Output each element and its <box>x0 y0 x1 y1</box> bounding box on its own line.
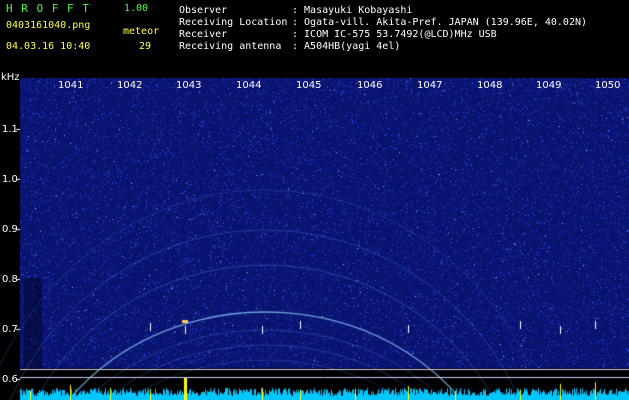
timestamp: 04.03.16 10:40 <box>6 41 91 52</box>
antenna-value: : A504HB(yagi 4el) <box>292 41 401 52</box>
x-tick-label: 1047 <box>417 80 443 91</box>
y-tick-label: 1.1 <box>2 124 18 135</box>
observer-value: : Masayuki Kobayashi <box>292 5 413 16</box>
y-tick-label: 0.7 <box>2 324 18 335</box>
y-unit-label: kHz <box>1 72 20 83</box>
y-tick-label: 0.6 <box>2 374 18 385</box>
x-tick-label: 1048 <box>477 80 503 91</box>
x-tick-label: 1045 <box>296 80 322 91</box>
file-name: 0403161040.png <box>6 20 91 31</box>
meteor-label: meteor <box>123 26 160 37</box>
x-tick-label: 1043 <box>176 80 202 91</box>
spectrogram-canvas <box>0 0 629 400</box>
receiver-value: : ICOM IC-575 53.7492(@LCD)MHz USB <box>292 29 497 40</box>
x-tick-label: 1050 <box>595 80 621 91</box>
antenna-label: Receiving antenna <box>179 41 282 52</box>
x-tick-label: 1042 <box>117 80 143 91</box>
y-tick-label: 1.0 <box>2 174 18 185</box>
location-value: : Ogata-vill. Akita-Pref. JAPAN (139.96E… <box>292 17 588 28</box>
x-tick-label: 1046 <box>357 80 383 91</box>
y-tick-label: 0.8 <box>2 274 18 285</box>
receiver-label: Receiver <box>179 29 228 40</box>
x-tick-label: 1044 <box>236 80 262 91</box>
observer-label: Observer <box>179 5 228 16</box>
x-tick-label: 1041 <box>58 80 84 91</box>
location-label: Receiving Location <box>179 17 288 28</box>
x-tick-label: 1049 <box>536 80 562 91</box>
meteor-count: 29 <box>139 41 152 52</box>
app-title: H R O F F T <box>6 2 90 15</box>
app-version: 1.00 <box>124 3 149 14</box>
y-tick-label: 0.9 <box>2 224 18 235</box>
